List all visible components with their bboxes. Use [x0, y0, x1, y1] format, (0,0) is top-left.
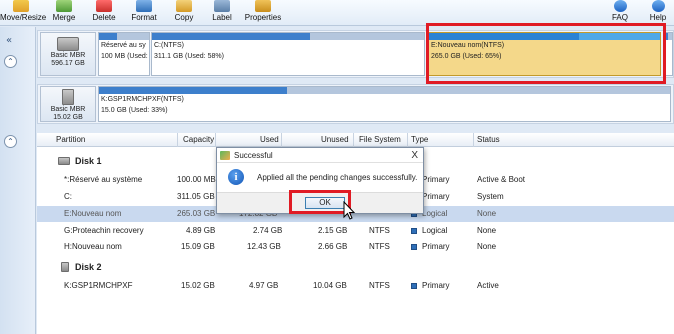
merge-button[interactable]: Merge — [48, 0, 80, 26]
used-bar — [152, 33, 310, 40]
disk2-info[interactable]: Basic MBR 15.02 GB — [40, 86, 96, 122]
scroll-up-button[interactable]: ⌃ — [4, 55, 17, 68]
collapse-panel-icon[interactable]: « — [6, 35, 12, 46]
dialog-title: Successful — [234, 151, 273, 160]
table-row[interactable]: K:GSP1RMCHPXF 15.02 GB 4.97 GB 10.04 GB … — [37, 278, 674, 294]
partition-block-k[interactable]: K:GSP1RMCHPXF(NTFS) 15.0 GB (Used: 33%) — [98, 86, 671, 122]
table-row[interactable]: H:Nouveau nom 15.09 GB 12.43 GB 2.66 GB … — [37, 239, 674, 255]
highlight-box-ok — [289, 190, 351, 214]
app-icon — [220, 151, 230, 160]
partition-block-reserved[interactable]: Réservé au sy 100 MB (Used: — [98, 32, 150, 76]
partition-type-icon — [411, 243, 417, 250]
partition-type-icon — [411, 282, 417, 289]
collapse-list-button[interactable]: ⌃ — [4, 135, 17, 148]
col-used[interactable]: Used — [260, 135, 279, 144]
delete-icon — [96, 0, 112, 12]
info-icon: i — [228, 169, 244, 185]
partition-type-icon — [411, 227, 417, 234]
used-bar — [99, 33, 117, 40]
chevron-up-icon: ⌃ — [7, 57, 14, 66]
table-header: Partition Capacity Used Unused File Syst… — [37, 133, 674, 147]
used-bar — [99, 87, 288, 94]
disk1-info[interactable]: Basic MBR 596.17 GB — [40, 32, 96, 76]
properties-button[interactable]: Properties — [244, 0, 282, 26]
col-unused[interactable]: Unused — [321, 135, 349, 144]
partition-block-c[interactable]: C:(NTFS) 311.1 GB (Used: 58%) — [151, 32, 425, 76]
highlight-box-partition — [426, 23, 666, 84]
usb-drive-icon — [62, 89, 74, 105]
close-icon[interactable]: X — [411, 148, 418, 163]
table-row[interactable]: G:Proteachin recovery 4.89 GB 2.74 GB 2.… — [37, 223, 674, 239]
chevron-up-icon: ⌃ — [7, 137, 14, 146]
group-header-disk2[interactable]: Disk 2 — [37, 259, 674, 275]
mouse-cursor-icon — [343, 201, 356, 220]
move-resize-icon — [13, 0, 29, 12]
move-resize-button[interactable]: Move/Resize — [0, 0, 46, 26]
format-icon — [136, 0, 152, 12]
col-filesystem[interactable]: File System — [359, 135, 401, 144]
hard-disk-icon — [57, 37, 79, 51]
copy-icon — [176, 0, 192, 12]
hard-disk-icon — [58, 157, 70, 165]
col-status[interactable]: Status — [477, 135, 500, 144]
col-type[interactable]: Type — [411, 135, 428, 144]
usb-drive-icon — [61, 262, 69, 272]
label-button[interactable]: Label — [206, 0, 238, 26]
dialog-titlebar[interactable]: Successful X — [217, 148, 423, 163]
col-capacity[interactable]: Capacity — [183, 135, 214, 144]
format-button[interactable]: Format — [128, 0, 160, 26]
disk2-map: Basic MBR 15.02 GB K:GSP1RMCHPXF(NTFS) 1… — [37, 84, 674, 124]
help-icon — [651, 0, 665, 12]
dialog-message: Applied all the pending changes successf… — [257, 173, 418, 182]
properties-icon — [255, 0, 271, 12]
col-partition[interactable]: Partition — [56, 135, 85, 144]
left-panel: « ⌃ ⌃ — [0, 27, 36, 334]
copy-button[interactable]: Copy — [168, 0, 200, 26]
faq-icon — [613, 0, 627, 12]
label-icon — [214, 0, 230, 12]
delete-button[interactable]: Delete — [88, 0, 120, 26]
merge-icon — [56, 0, 72, 12]
